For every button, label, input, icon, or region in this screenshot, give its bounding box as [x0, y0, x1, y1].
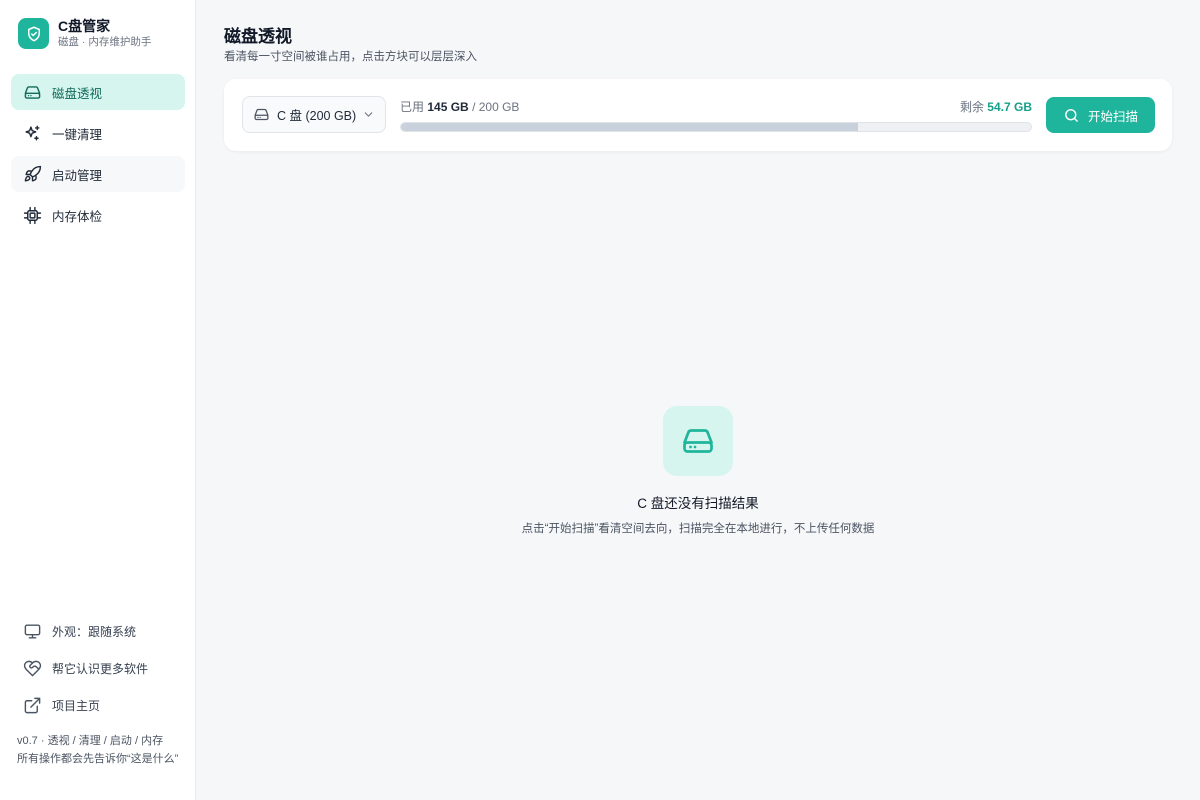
shield-check-icon: [18, 18, 49, 49]
version-info: v0.7 · 透视 / 清理 / 启动 / 内存 所有操作都会先告诉你“这是什么…: [17, 732, 182, 768]
sidebar-item-label: 内存体检: [52, 209, 103, 224]
empty-state-title: C 盘还没有扫描结果: [637, 496, 759, 511]
start-scan-button[interactable]: 开始扫描: [1046, 97, 1155, 133]
sidebar-item-cleanup[interactable]: 一键清理: [11, 115, 185, 151]
sidebar-item-disk-view[interactable]: 磁盘透视: [11, 74, 185, 110]
sidebar-item-startup[interactable]: 启动管理: [11, 156, 185, 192]
total-value: / 200 GB: [472, 100, 520, 114]
appearance-label: 外观：跟随系统: [52, 624, 137, 639]
hard-drive-icon: [663, 406, 733, 476]
sidebar-nav: 磁盘透视 一键清理 启动管理 内存体检: [11, 74, 185, 238]
drive-select-value: C 盘 (200 GB): [277, 109, 357, 123]
sidebar-item-memory[interactable]: 内存体检: [11, 197, 185, 233]
brand: C盘管家 磁盘 · 内存维护助手: [18, 18, 151, 49]
empty-state: C 盘还没有扫描结果 点击“开始扫描”看清空间去向，扫描完全在本地进行，不上传任…: [196, 406, 1200, 536]
contribute-link[interactable]: 帮它认识更多软件: [11, 651, 185, 685]
rocket-icon: [22, 164, 42, 184]
search-icon: [1063, 107, 1080, 124]
free-label: 剩余: [959, 100, 984, 114]
free-value: 54.7 GB: [987, 100, 1032, 114]
hard-drive-icon: [253, 106, 270, 123]
disk-usage-card: C 盘 (200 GB) 已用 145 GB / 200 GB 剩余 54.7 …: [224, 79, 1172, 151]
sidebar-item-label: 磁盘透视: [52, 86, 103, 101]
usage-progress-fill: [401, 123, 858, 131]
page-title: 磁盘透视: [224, 27, 292, 46]
drive-select[interactable]: C 盘 (200 GB): [242, 96, 386, 133]
project-home-link[interactable]: 项目主页: [11, 688, 185, 722]
project-home-label: 项目主页: [52, 698, 101, 713]
main-content: 磁盘透视 看清每一寸空间被谁占用，点击方块可以层层深入 C 盘 (200 GB)…: [196, 0, 1200, 800]
hard-drive-icon: [22, 82, 42, 102]
usage-progress-bar: [400, 122, 1032, 132]
sidebar-item-label: 启动管理: [52, 168, 103, 183]
used-label: 已用: [400, 100, 425, 114]
contribute-label: 帮它认识更多软件: [52, 661, 149, 676]
heart-handshake-icon: [22, 658, 42, 678]
sparkles-icon: [22, 123, 42, 143]
usage-summary: 已用 145 GB / 200 GB 剩余 54.7 GB: [400, 98, 1032, 114]
external-link-icon: [22, 695, 42, 715]
cpu-chip-icon: [22, 205, 42, 225]
sidebar: C盘管家 磁盘 · 内存维护助手 磁盘透视 一键清理 启动管理 内存体检 外观：…: [0, 0, 196, 800]
empty-state-description: 点击“开始扫描”看清空间去向，扫描完全在本地进行，不上传任何数据: [521, 523, 875, 535]
version-line: v0.7 · 透视 / 清理 / 启动 / 内存: [17, 735, 164, 747]
app-subtitle: 磁盘 · 内存维护助手: [58, 36, 152, 48]
chevron-down-icon: [362, 108, 375, 126]
monitor-icon: [22, 621, 42, 641]
start-scan-label: 开始扫描: [1087, 109, 1138, 124]
used-value: 145 GB: [427, 100, 469, 114]
sidebar-item-label: 一键清理: [52, 127, 103, 142]
page-subtitle: 看清每一寸空间被谁占用，点击方块可以层层深入: [224, 51, 477, 63]
app-title: C盘管家: [58, 18, 111, 34]
appearance-toggle[interactable]: 外观：跟随系统: [11, 614, 185, 648]
sidebar-footer: 外观：跟随系统 帮它认识更多软件 项目主页: [11, 614, 185, 725]
version-note: 所有操作都会先告诉你“这是什么”: [17, 753, 179, 765]
